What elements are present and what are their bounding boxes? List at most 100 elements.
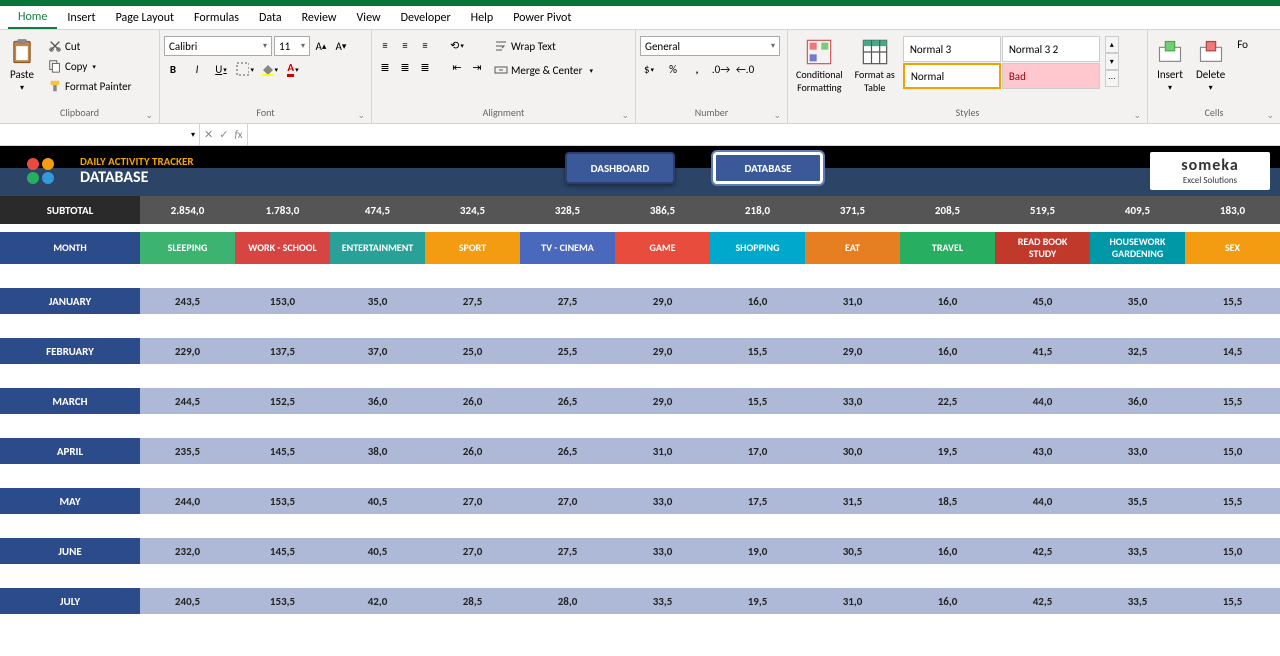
data-cell[interactable]: 16,0: [710, 288, 805, 314]
data-cell[interactable]: 145,5: [235, 538, 330, 564]
data-cell[interactable]: 26,0: [425, 388, 520, 414]
data-cell[interactable]: 15,5: [710, 338, 805, 364]
data-cell[interactable]: 40,5: [330, 538, 425, 564]
database-button[interactable]: DATABASE: [713, 152, 823, 184]
data-cell[interactable]: 26,5: [520, 388, 615, 414]
data-cell[interactable]: 19,5: [900, 438, 995, 464]
month-cell[interactable]: MARCH: [0, 388, 140, 414]
data-cell[interactable]: 232,0: [140, 538, 235, 564]
dashboard-button[interactable]: DASHBOARD: [565, 152, 675, 184]
format-painter-button[interactable]: Format Painter: [44, 76, 135, 96]
data-cell[interactable]: 26,5: [520, 438, 615, 464]
subtotal-cell[interactable]: 1.783,0: [235, 196, 330, 224]
data-cell[interactable]: 33,0: [615, 538, 710, 564]
data-cell[interactable]: 16,0: [900, 288, 995, 314]
data-cell[interactable]: 27,5: [425, 288, 520, 314]
tab-formulas[interactable]: Formulas: [184, 8, 249, 28]
italic-button[interactable]: I: [188, 60, 206, 78]
data-cell[interactable]: 35,5: [1090, 488, 1185, 514]
fill-color-button[interactable]: [260, 60, 278, 78]
month-cell[interactable]: JUNE: [0, 538, 140, 564]
subtotal-cell[interactable]: 386,5: [615, 196, 710, 224]
fx-button[interactable]: fx: [234, 128, 242, 141]
wrap-text-button[interactable]: Wrap Text: [490, 36, 597, 56]
data-cell[interactable]: 36,0: [330, 388, 425, 414]
name-box[interactable]: [0, 124, 200, 145]
style-scroll-more[interactable]: ⋯: [1105, 70, 1119, 87]
orientation-button[interactable]: ⟲: [448, 36, 466, 54]
month-cell[interactable]: APRIL: [0, 438, 140, 464]
conditional-formatting-button[interactable]: Conditional Formatting: [792, 36, 847, 96]
data-cell[interactable]: 244,0: [140, 488, 235, 514]
data-cell[interactable]: 33,5: [1090, 538, 1185, 564]
data-cell[interactable]: 16,0: [900, 588, 995, 614]
enter-formula-button[interactable]: ✓: [219, 128, 228, 141]
tab-powerpivot[interactable]: Power Pivot: [503, 8, 581, 28]
data-cell[interactable]: 19,0: [710, 538, 805, 564]
subtotal-cell[interactable]: 324,5: [425, 196, 520, 224]
style-scroll-up[interactable]: ▴: [1105, 36, 1119, 53]
subtotal-cell[interactable]: 474,5: [330, 196, 425, 224]
data-cell[interactable]: 15,5: [710, 388, 805, 414]
data-cell[interactable]: 28,0: [520, 588, 615, 614]
data-cell[interactable]: 25,5: [520, 338, 615, 364]
data-cell[interactable]: 16,0: [900, 538, 995, 564]
data-cell[interactable]: 42,0: [330, 588, 425, 614]
data-cell[interactable]: 44,0: [995, 488, 1090, 514]
data-cell[interactable]: 31,5: [805, 488, 900, 514]
shrink-font-button[interactable]: A▾: [332, 37, 350, 55]
month-cell[interactable]: JANUARY: [0, 288, 140, 314]
data-cell[interactable]: 43,0: [995, 438, 1090, 464]
subtotal-cell[interactable]: 183,0: [1185, 196, 1280, 224]
subtotal-cell[interactable]: 519,5: [995, 196, 1090, 224]
data-cell[interactable]: 244,5: [140, 388, 235, 414]
data-cell[interactable]: 42,5: [995, 538, 1090, 564]
align-bottom-button[interactable]: ≡: [416, 36, 434, 54]
data-cell[interactable]: 29,0: [805, 338, 900, 364]
align-middle-button[interactable]: ≡: [396, 36, 414, 54]
data-cell[interactable]: 38,0: [330, 438, 425, 464]
paste-button[interactable]: Paste ▾: [4, 36, 40, 95]
data-cell[interactable]: 15,0: [1185, 538, 1280, 564]
format-cells-button[interactable]: Fo: [1233, 36, 1252, 53]
data-cell[interactable]: 44,0: [995, 388, 1090, 414]
data-cell[interactable]: 16,0: [900, 338, 995, 364]
data-cell[interactable]: 32,5: [1090, 338, 1185, 364]
tab-view[interactable]: View: [347, 8, 391, 28]
data-cell[interactable]: 42,5: [995, 588, 1090, 614]
data-cell[interactable]: 153,5: [235, 588, 330, 614]
data-cell[interactable]: 29,0: [615, 388, 710, 414]
tab-home[interactable]: Home: [8, 7, 57, 29]
data-cell[interactable]: 29,0: [615, 338, 710, 364]
data-cell[interactable]: 14,5: [1185, 338, 1280, 364]
data-cell[interactable]: 235,5: [140, 438, 235, 464]
data-cell[interactable]: 152,5: [235, 388, 330, 414]
data-cell[interactable]: 33,5: [615, 588, 710, 614]
data-cell[interactable]: 19,5: [710, 588, 805, 614]
increase-decimal-button[interactable]: .0→: [712, 60, 730, 78]
subtotal-cell[interactable]: 328,5: [520, 196, 615, 224]
data-cell[interactable]: 145,5: [235, 438, 330, 464]
align-right-button[interactable]: ≣: [416, 58, 434, 76]
data-cell[interactable]: 15,5: [1185, 388, 1280, 414]
border-button[interactable]: [236, 60, 254, 78]
style-bad[interactable]: Bad: [1002, 63, 1100, 89]
tab-pagelayout[interactable]: Page Layout: [106, 8, 184, 28]
data-cell[interactable]: 153,0: [235, 288, 330, 314]
subtotal-cell[interactable]: 2.854,0: [140, 196, 235, 224]
formula-input[interactable]: [248, 124, 1280, 145]
data-cell[interactable]: 17,0: [710, 438, 805, 464]
data-cell[interactable]: 36,0: [1090, 388, 1185, 414]
data-cell[interactable]: 15,0: [1185, 438, 1280, 464]
data-cell[interactable]: 153,5: [235, 488, 330, 514]
style-normal32[interactable]: Normal 3 2: [1002, 36, 1100, 62]
data-cell[interactable]: 18,5: [900, 488, 995, 514]
data-cell[interactable]: 31,0: [615, 438, 710, 464]
copy-button[interactable]: Copy▾: [44, 56, 135, 76]
data-cell[interactable]: 28,5: [425, 588, 520, 614]
data-cell[interactable]: 33,0: [1090, 438, 1185, 464]
currency-button[interactable]: $: [640, 60, 658, 78]
tab-review[interactable]: Review: [292, 8, 347, 28]
data-cell[interactable]: 45,0: [995, 288, 1090, 314]
data-cell[interactable]: 22,5: [900, 388, 995, 414]
